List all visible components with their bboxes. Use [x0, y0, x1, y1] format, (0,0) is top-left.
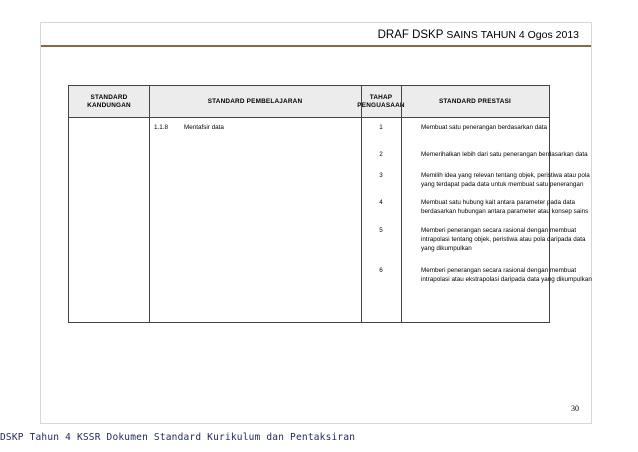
header-title-main: DRAF DSKP	[377, 29, 444, 41]
header-title: DRAF DSKP SAINS TAHUN 4 Ogos 2013	[378, 29, 579, 41]
tahap-level: 2	[379, 151, 383, 158]
header-standard-kandungan: STANDARD KANDUNGAN	[87, 93, 131, 109]
prestasi-line: Memberi penerangan secara rasional denga…	[421, 267, 577, 274]
tahap-level: 3	[379, 172, 383, 179]
prestasi-line: Memberi penerangan secara rasional denga…	[421, 227, 577, 234]
page-number: 30	[571, 404, 579, 413]
header-standard-pembelajaran: STANDARD PEMBELAJARAN	[207, 97, 303, 105]
footer-text: DSKP Tahun 4 KSSR Dokumen Standard Kurik…	[0, 432, 356, 443]
prestasi-line: Membuat satu hubung kait antara paramete…	[421, 199, 576, 206]
tahap-level: 5	[379, 227, 383, 234]
header-title-rest: SAINS TAHUN 4 Ogos 2013	[446, 29, 579, 41]
prestasi-line: Membuat satu penerangan berdasarkan data	[421, 124, 548, 131]
tahap-level: 1	[379, 124, 383, 131]
column-divider	[401, 86, 402, 322]
prestasi-line: Memerihalkan lebih dari satu penerangan …	[421, 151, 588, 158]
prestasi-line: berdasarkan hubungan antara parameter at…	[421, 207, 589, 215]
prestasi-description: Memberi penerangan secara rasional denga…	[421, 267, 592, 285]
sp-code: 1.1.8	[154, 124, 169, 131]
prestasi-line: yang terdapat pada data untuk membuat sa…	[421, 180, 584, 188]
sp-text: Mentafsir data	[184, 124, 224, 131]
prestasi-description: Memerihalkan lebih dari satu penerangan …	[421, 151, 588, 160]
header-standard-prestasi: STANDARD PRESTASI	[438, 97, 512, 105]
prestasi-line: intrapolasi atau ekstrapolasi daripada d…	[421, 275, 592, 283]
prestasi-description: Memilih idea yang relevan tentang objek,…	[421, 172, 590, 190]
prestasi-line: Memilih idea yang relevan tentang objek,…	[421, 172, 590, 179]
tahap-level: 4	[379, 199, 383, 206]
header-tahap-penguasaan: TAHAP PENGUASAAN	[357, 93, 405, 109]
prestasi-line: intrapolasi tentang objek, peristiwa ata…	[421, 235, 586, 243]
prestasi-description: Membuat satu hubung kait antara paramete…	[421, 199, 588, 217]
header-rule	[41, 45, 591, 47]
column-divider	[361, 86, 362, 322]
prestasi-line: yang dikumpulkan	[421, 244, 472, 252]
column-divider	[149, 86, 150, 322]
prestasi-description: Membuat satu penerangan berdasarkan data	[421, 124, 547, 133]
tahap-level: 6	[379, 267, 383, 274]
document-page: DRAF DSKP SAINS TAHUN 4 Ogos 2013 STANDA…	[40, 22, 592, 424]
prestasi-description: Memberi penerangan secara rasional denga…	[421, 227, 586, 253]
table-header: STANDARD KANDUNGAN STANDARD PEMBELAJARAN…	[69, 86, 549, 118]
dskp-table: STANDARD KANDUNGAN STANDARD PEMBELAJARAN…	[68, 85, 592, 323]
